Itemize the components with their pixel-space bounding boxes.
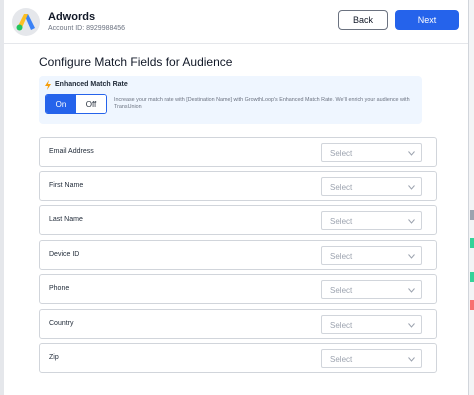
field-label: Phone	[49, 285, 70, 292]
enhanced-match-label: Enhanced Match Rate	[55, 81, 128, 88]
enhanced-match-toggle[interactable]: On Off	[45, 94, 107, 114]
edge-marker	[470, 238, 474, 248]
field-label: Zip	[49, 354, 59, 361]
field-select[interactable]: Select	[321, 246, 422, 265]
chevron-down-icon	[408, 323, 415, 328]
left-page-edge	[0, 0, 4, 395]
select-value: Select	[330, 149, 353, 158]
field-select[interactable]: Select	[321, 177, 422, 196]
next-button[interactable]: Next	[395, 10, 459, 30]
field-select[interactable]: Select	[321, 315, 422, 334]
enhanced-match-description: Increase your match rate with [Destinati…	[114, 97, 410, 110]
select-value: Select	[330, 286, 353, 295]
enhanced-match-panel: Enhanced Match Rate On Off Increase your…	[39, 76, 422, 124]
chevron-down-icon	[408, 151, 415, 156]
field-label: First Name	[49, 182, 84, 189]
app-name: Adwords	[48, 11, 96, 23]
edge-marker	[470, 210, 474, 220]
adwords-logo	[12, 8, 40, 36]
match-field-row: Phone Select	[39, 274, 437, 304]
field-label: Country	[49, 320, 74, 327]
match-field-row: Last Name Select	[39, 205, 437, 235]
header-bar: Adwords Account ID: 8929988456 Back Next	[4, 0, 468, 44]
back-button[interactable]: Back	[338, 10, 388, 30]
chevron-down-icon	[408, 254, 415, 259]
toggle-off-option[interactable]: Off	[76, 95, 106, 113]
chevron-down-icon	[408, 288, 415, 293]
field-select[interactable]: Select	[321, 211, 422, 230]
match-field-row: Country Select	[39, 309, 437, 339]
chevron-down-icon	[408, 219, 415, 224]
match-field-row: First Name Select	[39, 171, 437, 201]
right-page-edge	[468, 0, 474, 395]
edge-marker	[470, 272, 474, 282]
adwords-logo-icon	[16, 14, 35, 31]
match-field-row: Email Address Select	[39, 137, 437, 167]
select-value: Select	[330, 217, 353, 226]
field-label: Last Name	[49, 216, 83, 223]
field-select[interactable]: Select	[321, 143, 422, 162]
field-label: Email Address	[49, 148, 94, 155]
match-field-row: Zip Select	[39, 343, 437, 373]
select-value: Select	[330, 252, 353, 261]
account-id: Account ID: 8929988456	[48, 25, 126, 32]
field-select[interactable]: Select	[321, 349, 422, 368]
toggle-on-option[interactable]: On	[46, 95, 76, 113]
page-title: Configure Match Fields for Audience	[39, 55, 233, 69]
field-label: Device ID	[49, 251, 80, 258]
select-value: Select	[330, 355, 353, 364]
select-value: Select	[330, 321, 353, 330]
lightning-bolt-icon	[45, 80, 51, 90]
chevron-down-icon	[408, 185, 415, 190]
chevron-down-icon	[408, 357, 415, 362]
edge-marker	[470, 300, 474, 310]
match-field-row: Device ID Select	[39, 240, 437, 270]
field-select[interactable]: Select	[321, 280, 422, 299]
select-value: Select	[330, 183, 353, 192]
